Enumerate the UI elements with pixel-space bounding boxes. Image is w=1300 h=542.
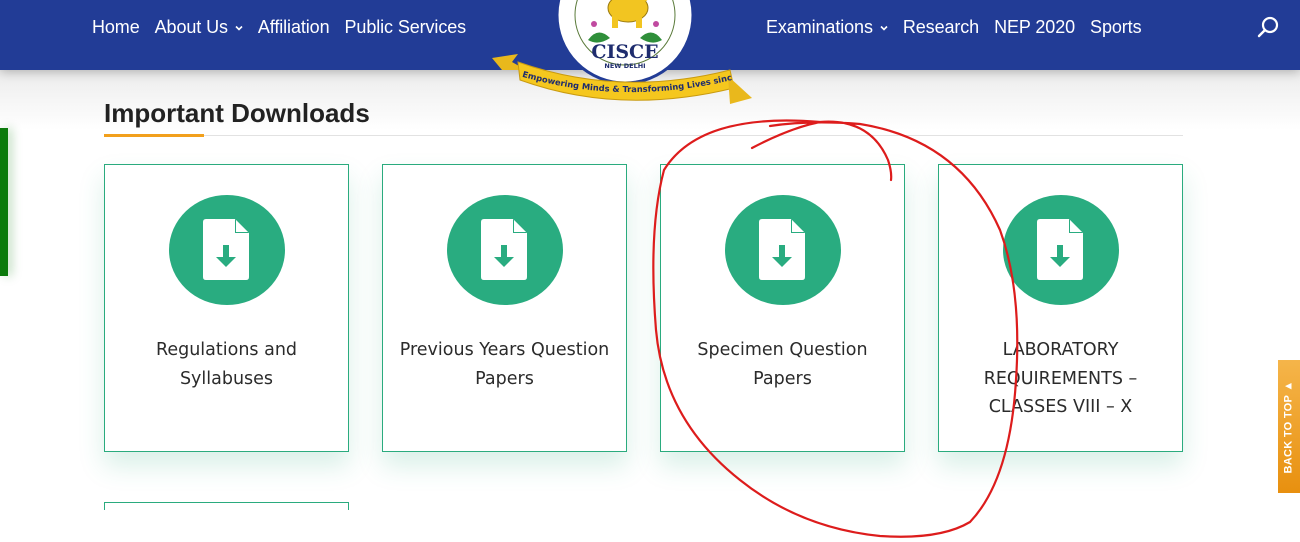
file-download-icon [169, 195, 285, 305]
nav-nep-2020-label: NEP 2020 [994, 17, 1076, 37]
card-label: Specimen Question Papers [697, 340, 868, 389]
nav-public-services[interactable]: Public Services [345, 17, 467, 38]
download-card-regulations-syllabuses[interactable]: Regulations and Syllabuses [104, 164, 349, 452]
title-accent-bar [104, 134, 204, 137]
nav-research-label: Research [902, 17, 980, 37]
nav-research[interactable]: Research [903, 17, 979, 38]
chevron-down-icon [880, 25, 888, 31]
nav-affiliation[interactable]: Affiliation [258, 17, 330, 38]
page-bottom [0, 510, 1300, 542]
file-download-icon [447, 195, 563, 305]
nav-sports-label: Sports [1090, 17, 1142, 37]
nav-nep-2020[interactable]: NEP 2020 [994, 17, 1075, 38]
nav-public-services-label: Public Services [344, 17, 467, 37]
file-download-glyph [759, 219, 805, 280]
logo-city: NEW DELHI [604, 62, 645, 70]
file-download-glyph [1037, 219, 1083, 280]
back-to-top-button[interactable]: BACK TO TOP ▲ [1278, 360, 1300, 493]
chevron-down-icon [235, 25, 243, 31]
nav-left: Home About Us Affiliation Public Service… [92, 17, 481, 38]
nav-about-us[interactable]: About Us [155, 17, 243, 38]
download-card-previous-years-papers[interactable]: Previous Years Question Papers [382, 164, 627, 452]
card-label: Previous Years Question Papers [399, 340, 610, 389]
logo-name: CISCE [591, 41, 658, 63]
nav-home[interactable]: Home [92, 17, 140, 38]
nav-home-label: Home [92, 17, 140, 37]
cisce-logo[interactable]: CISCE NEW DELHI Empowering Minds & Trans… [487, 0, 760, 115]
nav-affiliation-label: Affiliation [257, 17, 330, 37]
logo-emblem: CISCE NEW DELHI Empowering Minds & Trans… [487, 0, 752, 104]
section-title: Important Downloads [104, 98, 370, 128]
nav-examinations[interactable]: Examinations [766, 17, 888, 38]
card-label: LABORATORY REQUIREMENTS – CLASSES VIII –… [983, 340, 1138, 417]
nav-examinations-label: Examinations [766, 17, 873, 37]
nav-sports[interactable]: Sports [1090, 17, 1142, 38]
file-download-icon [725, 195, 841, 305]
file-download-glyph [481, 219, 527, 280]
download-card-partial[interactable] [104, 502, 349, 510]
back-to-top-label: BACK TO TOP ▲ [1283, 379, 1295, 474]
card-label: Regulations and Syllabuses [155, 340, 298, 389]
title-divider [104, 135, 1183, 136]
file-download-glyph [203, 219, 249, 280]
file-download-icon [1003, 195, 1119, 305]
search-icon[interactable] [1256, 16, 1280, 40]
download-card-specimen-papers[interactable]: Specimen Question Papers [660, 164, 905, 452]
side-tab[interactable] [0, 128, 8, 276]
nav-about-us-label: About Us [154, 17, 228, 37]
nav-right: Examinations Research NEP 2020 Sports [766, 17, 1156, 38]
download-card-laboratory-requirements[interactable]: LABORATORY REQUIREMENTS – CLASSES VIII –… [938, 164, 1183, 452]
